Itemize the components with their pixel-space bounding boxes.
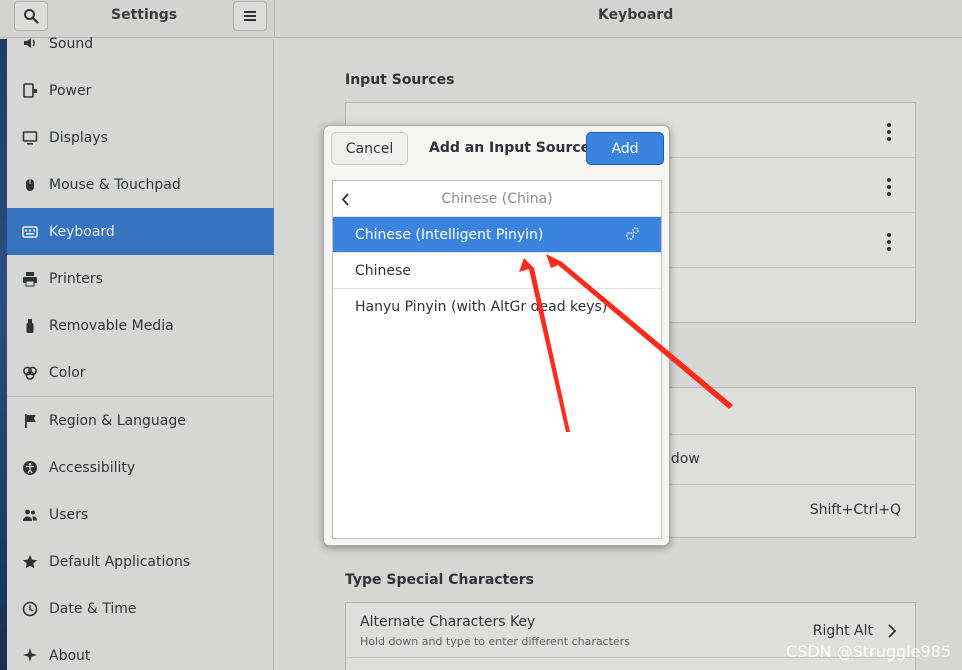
- sidebar-item-date-time[interactable]: Date & Time: [7, 585, 274, 632]
- watermark: CSDN @Struggle985: [786, 642, 951, 661]
- sidebar-item-label: Region & Language: [49, 412, 186, 429]
- printer-icon: [21, 270, 39, 288]
- alternate-key-title: Alternate Characters Key: [360, 614, 536, 630]
- sidebar-item-power[interactable]: Power: [7, 67, 274, 114]
- accessibility-icon: [21, 459, 39, 477]
- option-label: Chinese: [355, 262, 411, 279]
- dialog-title: Add an Input Source: [429, 140, 591, 156]
- sidebar-item-about[interactable]: About: [7, 632, 274, 670]
- sidebar-item-label: Color: [49, 364, 86, 381]
- sidebar-item-accessibility[interactable]: Accessibility: [7, 444, 274, 491]
- sidebar-item-label: Mouse & Touchpad: [49, 176, 181, 193]
- sidebar-item-label: Users: [49, 506, 89, 523]
- alternate-key-value: Right Alt: [812, 623, 873, 639]
- sidebar-item-label: Removable Media: [49, 317, 174, 334]
- sidebar-item-label: Keyboard: [49, 223, 115, 240]
- speaker-icon: [21, 34, 39, 52]
- gears-settings-icon[interactable]: [624, 226, 640, 242]
- add-input-source-dialog: Cancel Add an Input Source Add Chinese (…: [323, 125, 670, 546]
- back-to-languages-row[interactable]: Chinese (China): [333, 181, 661, 217]
- more-options-icon[interactable]: [887, 123, 891, 141]
- flag-icon: [21, 412, 39, 430]
- star-icon: [21, 553, 39, 571]
- option-label: Chinese (Intelligent Pinyin): [355, 226, 544, 243]
- desktop-background-strip: [0, 39, 7, 670]
- option-chinese[interactable]: Chinese: [333, 253, 661, 289]
- sidebar-item-color[interactable]: Color: [7, 349, 274, 396]
- shortcut-value: Shift+Ctrl+Q: [809, 502, 901, 518]
- sidebar-item-users[interactable]: Users: [7, 491, 274, 538]
- chevron-right-icon: [888, 624, 897, 638]
- sidebar-item-default-applications[interactable]: Default Applications: [7, 538, 274, 585]
- sidebar-item-label: Power: [49, 82, 92, 99]
- display-icon: [21, 129, 39, 147]
- input-source-options-list: Chinese (China) Chinese (Intelligent Pin…: [332, 180, 662, 539]
- sparkle-icon: [21, 646, 39, 664]
- cancel-button[interactable]: Cancel: [331, 132, 408, 165]
- header-separator: [274, 0, 275, 38]
- type-special-characters-heading: Type Special Characters: [345, 572, 534, 588]
- more-options-icon[interactable]: [887, 178, 891, 196]
- sidebar-item-keyboard[interactable]: Keyboard: [7, 208, 274, 255]
- sidebar-item-sound[interactable]: Sound: [7, 20, 274, 66]
- sidebar-item-label: Date & Time: [49, 600, 137, 617]
- sidebar-item-label: Default Applications: [49, 553, 191, 570]
- clock-icon: [21, 600, 39, 618]
- category-label: Chinese (China): [441, 190, 553, 207]
- sidebar-item-label: Sound: [49, 36, 94, 52]
- sidebar-item-label: Displays: [49, 129, 108, 146]
- mouse-icon: [21, 176, 39, 194]
- sidebar-item-removable-media[interactable]: Removable Media: [7, 302, 274, 349]
- sidebar-item-label: Printers: [49, 270, 103, 287]
- usb-drive-icon: [21, 317, 39, 335]
- option-chinese-intelligent-pinyin[interactable]: Chinese (Intelligent Pinyin): [333, 217, 661, 253]
- sidebar-item-label: About: [49, 648, 91, 664]
- input-sources-heading: Input Sources: [345, 72, 455, 88]
- sidebar-item-displays[interactable]: Displays: [7, 114, 274, 161]
- color-icon: [21, 364, 39, 382]
- power-plug-icon: [21, 82, 39, 100]
- panel-title: Keyboard: [598, 7, 674, 23]
- more-options-icon[interactable]: [887, 233, 891, 251]
- alternate-key-subtitle: Hold down and type to enter different ch…: [360, 635, 630, 648]
- sidebar-item-label: Accessibility: [49, 459, 136, 476]
- sidebar-item-printers[interactable]: Printers: [7, 255, 274, 302]
- add-button[interactable]: Add: [586, 132, 664, 165]
- option-hanyu-pinyin[interactable]: Hanyu Pinyin (with AltGr dead keys): [333, 289, 661, 325]
- users-icon: [21, 506, 39, 524]
- option-label: Hanyu Pinyin (with AltGr dead keys): [355, 299, 608, 315]
- sidebar-item-region-language[interactable]: Region & Language: [7, 397, 274, 444]
- sidebar-item-mouse-touchpad[interactable]: Mouse & Touchpad: [7, 161, 274, 208]
- keyboard-icon: [21, 223, 39, 241]
